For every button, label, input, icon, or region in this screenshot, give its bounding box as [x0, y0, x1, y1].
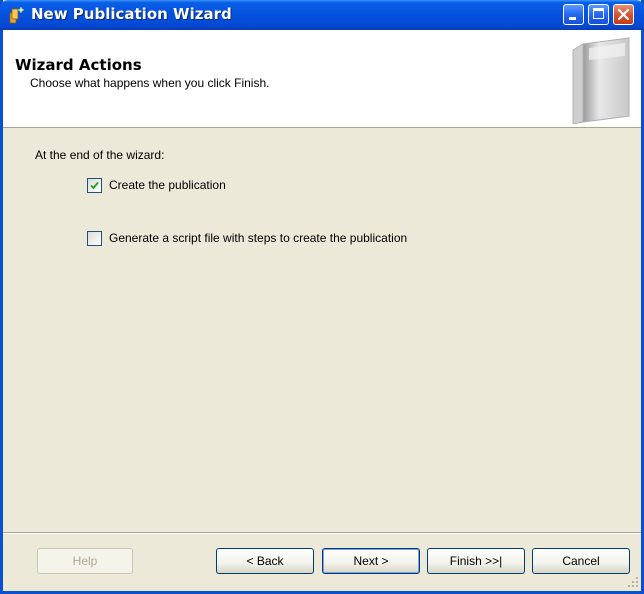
maximize-icon [593, 8, 604, 19]
minimize-icon [569, 17, 576, 20]
button-bar-divider [3, 532, 641, 534]
window-title: New Publication Wizard [31, 5, 232, 23]
generate-script-label[interactable]: Generate a script file with steps to cre… [109, 231, 407, 245]
close-button[interactable] [613, 4, 634, 25]
wizard-header: Wizard Actions Choose what happens when … [3, 30, 641, 128]
next-button[interactable]: Next > [322, 548, 420, 574]
close-icon [617, 8, 630, 21]
page-title: Wizard Actions [15, 56, 142, 74]
help-button[interactable]: Help [37, 548, 133, 574]
page-subtitle: Choose what happens when you click Finis… [30, 76, 270, 90]
maximize-button[interactable] [588, 4, 609, 25]
back-button[interactable]: < Back [216, 548, 314, 574]
create-publication-checkbox[interactable] [87, 178, 102, 193]
checkmark-icon [90, 181, 99, 190]
generate-script-checkbox[interactable] [87, 231, 102, 246]
create-publication-label[interactable]: Create the publication [109, 178, 226, 192]
title-bar[interactable]: New Publication Wizard [0, 0, 644, 30]
minimize-button[interactable] [563, 4, 584, 25]
finish-button[interactable]: Finish >>| [427, 548, 525, 574]
book-graphic-icon [572, 37, 630, 124]
resize-grip-icon[interactable] [627, 576, 639, 588]
cancel-button[interactable]: Cancel [532, 548, 630, 574]
wizard-window: New Publication Wizard Wizard Actions Ch… [0, 0, 644, 594]
wizard-app-icon [9, 7, 24, 24]
intro-label: At the end of the wizard: [35, 148, 165, 162]
